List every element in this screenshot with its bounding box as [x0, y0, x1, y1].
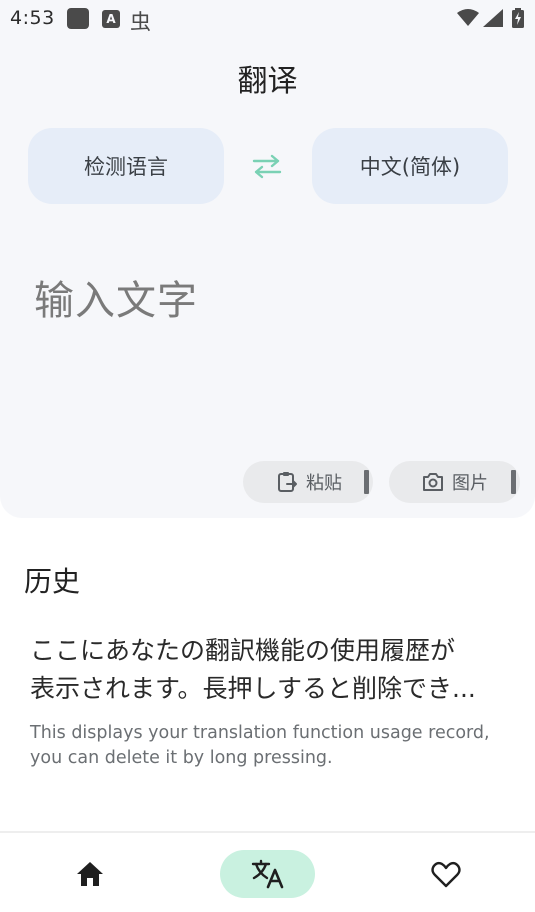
- bottom-nav-divider: [0, 831, 535, 833]
- translate-icon: [251, 859, 283, 889]
- chip-scroll-indicator: [364, 470, 369, 494]
- image-label: 图片: [452, 473, 488, 494]
- a-icon: A: [102, 10, 120, 28]
- bug-icon: 虫: [130, 10, 151, 34]
- nav-translate-button[interactable]: [220, 850, 315, 898]
- paste-icon: [278, 472, 297, 492]
- chip-scroll-indicator: [511, 470, 516, 494]
- signal-icon: [483, 9, 503, 27]
- history-title: 历史: [24, 565, 81, 598]
- paste-button[interactable]: 粘贴: [243, 461, 373, 503]
- home-icon: [77, 862, 103, 886]
- history-empty-text-en: This displays your translation function …: [30, 723, 490, 768]
- heart-icon: [431, 861, 461, 887]
- page-title: 翻译: [237, 64, 298, 99]
- translate-screen: 4:53 A 虫 翻译 检测语言 中文(简体) 输入文字 粘贴 图片 历史 ここ…: [0, 0, 535, 912]
- wifi-icon: [457, 9, 479, 26]
- swap-languages-icon[interactable]: [250, 152, 284, 180]
- paste-label: 粘贴: [306, 473, 342, 494]
- history-empty-text-jp: ここにあなたの翻訳機能の使用履歴が 表示されます。長押しすると削除でき...: [30, 632, 510, 708]
- source-language-button[interactable]: 检测语言: [28, 128, 224, 204]
- nav-favorites-button[interactable]: [418, 850, 474, 898]
- image-button[interactable]: 图片: [389, 461, 520, 503]
- translate-input[interactable]: 输入文字: [34, 268, 198, 326]
- camera-icon: [423, 473, 443, 491]
- translate-card: 翻译 检测语言 中文(简体) 输入文字 粘贴 图片: [0, 36, 535, 518]
- source-language-label: 检测语言: [84, 155, 168, 179]
- target-language-button[interactable]: 中文(简体): [312, 128, 508, 204]
- history-empty-text-jp-line2: 表示されます。長押しすると削除でき...: [30, 674, 476, 703]
- status-time: 4:53: [10, 7, 55, 29]
- nav-home-button[interactable]: [62, 850, 118, 898]
- target-language-label: 中文(简体): [359, 155, 461, 179]
- app-square-icon: [67, 8, 89, 29]
- status-bar: 4:53 A 虫: [0, 0, 535, 36]
- history-empty-text-jp-line1: ここにあなたの翻訳機能の使用履歴が: [30, 636, 456, 665]
- battery-charging-icon: [512, 8, 524, 28]
